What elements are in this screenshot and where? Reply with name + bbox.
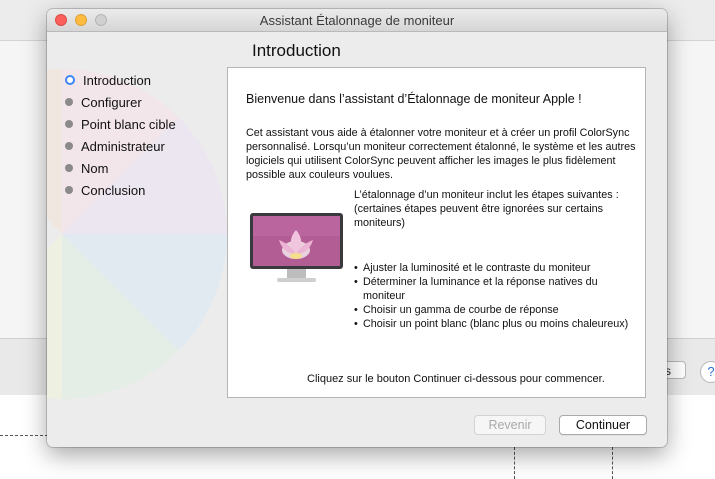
- help-button[interactable]: ?: [700, 361, 715, 383]
- steps-sidebar: Introduction Configurer Point blanc cibl…: [65, 69, 176, 201]
- step-indicator-icon: [65, 120, 73, 128]
- guide-line: [612, 447, 613, 479]
- welcome-heading: Bienvenue dans l’assistant d’Étalonnage …: [246, 92, 582, 106]
- step-item-configure: Configurer: [65, 91, 176, 113]
- list-item: Ajuster la luminosité et le contraste du…: [354, 261, 639, 275]
- list-item: Choisir un point blanc (blanc plus ou mo…: [354, 317, 639, 331]
- page-title: Introduction: [252, 41, 341, 60]
- closing-instruction: Cliquez sur le bouton Continuer ci-desso…: [307, 373, 605, 385]
- step-label: Nom: [81, 160, 109, 176]
- step-label: Administrateur: [81, 138, 165, 154]
- step-item-introduction: Introduction: [65, 69, 176, 91]
- step-indicator-icon: [65, 98, 73, 106]
- calibration-dialog: Assistant Étalonnage de moniteur Introdu…: [47, 9, 667, 447]
- step-indicator-icon: [65, 142, 73, 150]
- window-title: Assistant Étalonnage de moniteur: [259, 13, 455, 28]
- step-item-name: Nom: [65, 157, 176, 179]
- content-panel: Bienvenue dans l’assistant d’Étalonnage …: [227, 67, 646, 398]
- monitor-lotus-icon: [250, 213, 343, 282]
- intro-paragraph: Cet assistant vous aide à étalonner votr…: [246, 127, 636, 181]
- guide-line: [0, 435, 48, 436]
- calibration-steps-list: Ajuster la luminosité et le contraste du…: [354, 261, 639, 331]
- title-bar: Assistant Étalonnage de moniteur: [47, 9, 667, 32]
- steps-intro-text: L’étalonnage d’un moniteur inclut les ét…: [354, 189, 619, 201]
- step-item-conclusion: Conclusion: [65, 179, 176, 201]
- guide-line: [514, 447, 515, 479]
- step-indicator-icon: [65, 186, 73, 194]
- active-step-indicator-icon: [65, 75, 75, 85]
- list-item: Choisir un gamma de courbe de réponse: [354, 303, 639, 317]
- step-label: Point blanc cible: [81, 116, 176, 132]
- step-label: Introduction: [83, 72, 151, 88]
- step-item-administrator: Administrateur: [65, 135, 176, 157]
- steps-note: (certaines étapes peuvent être ignorées …: [354, 203, 604, 229]
- step-item-target-white-point: Point blanc cible: [65, 113, 176, 135]
- step-indicator-icon: [65, 164, 73, 172]
- back-button[interactable]: Revenir: [474, 415, 546, 435]
- step-label: Conclusion: [81, 182, 146, 198]
- continue-button[interactable]: Continuer: [559, 415, 647, 435]
- steps-intro: L’étalonnage d’un moniteur inclut les ét…: [354, 188, 634, 230]
- step-label: Configurer: [81, 94, 142, 110]
- list-item: Déterminer la luminance et la réponse na…: [354, 275, 639, 303]
